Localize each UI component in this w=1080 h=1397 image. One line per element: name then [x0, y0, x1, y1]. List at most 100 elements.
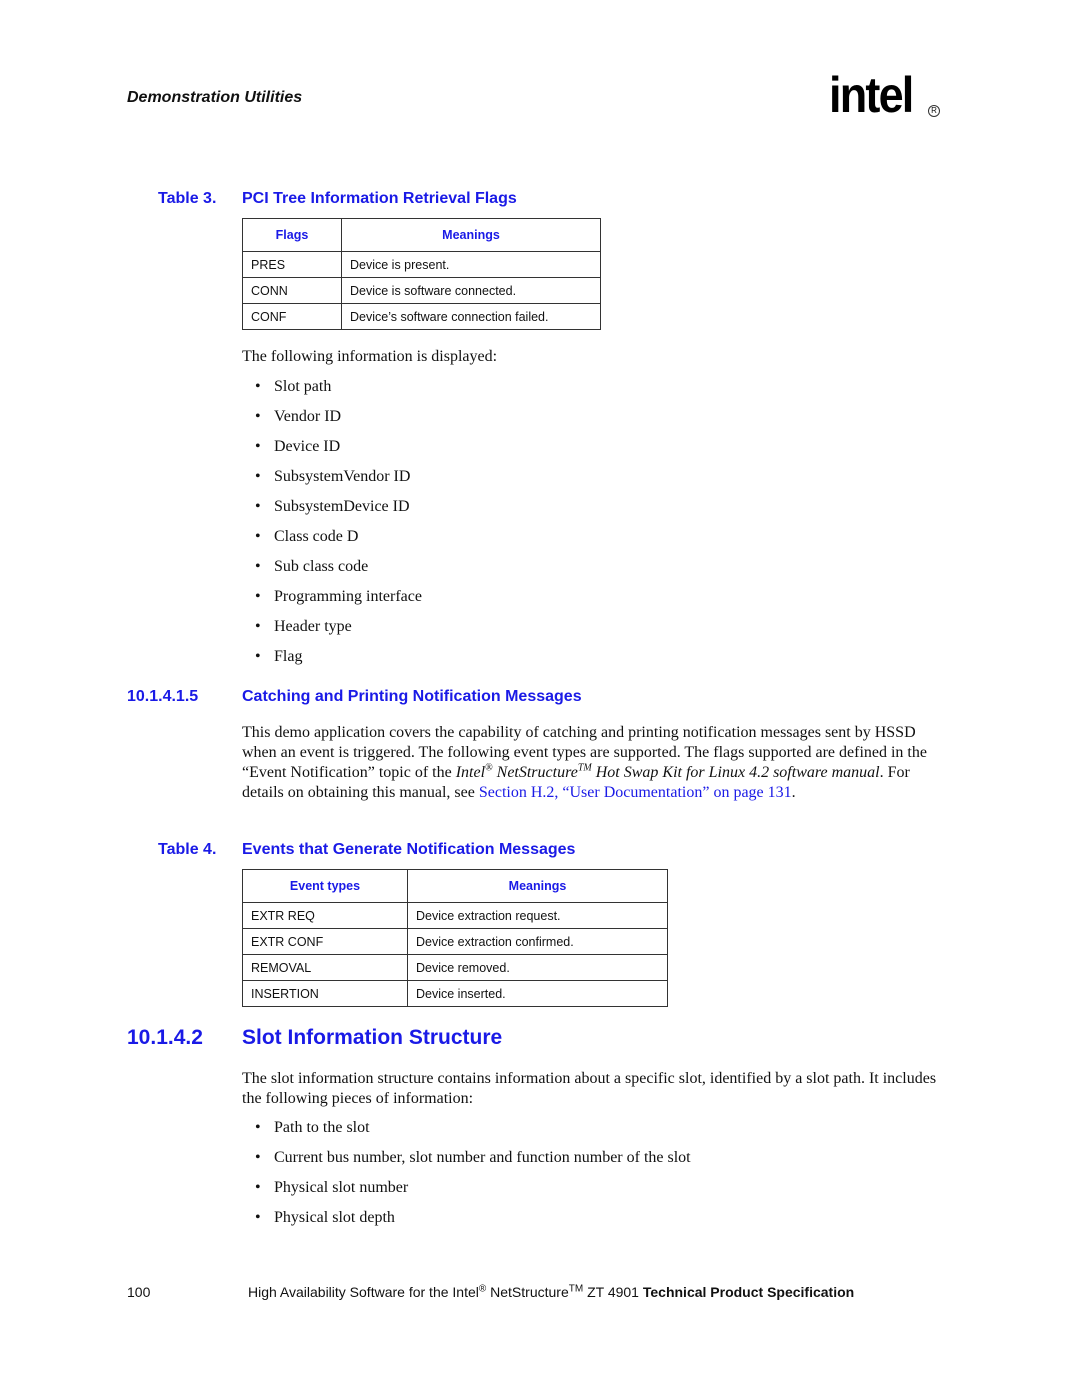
table-cell-meaning: Device inserted. [407, 980, 668, 1007]
list-item-text: Path to the slot [274, 1119, 370, 1136]
table3: Flags Meanings PRES Device is present. C… [242, 218, 601, 330]
list-item: • Vendor ID [255, 407, 422, 437]
table-row: CONN Device is software connected. [242, 277, 601, 304]
bullet-icon: • [255, 1209, 261, 1226]
bullet-icon: • [255, 1149, 261, 1166]
list-item: • Device ID [255, 437, 422, 467]
table-row: EXTR CONF Device extraction confirmed. [242, 928, 668, 955]
footer-text: High Availability Software for the Intel [248, 1284, 479, 1300]
section-paragraph: This demo application covers the capabil… [242, 723, 942, 803]
table-cell-event: EXTR CONF [242, 928, 408, 955]
bullet-icon: • [255, 1119, 261, 1136]
bullet-icon: • [255, 588, 261, 605]
table-row: CONF Device’s software connection failed… [242, 303, 601, 330]
table3-col-header: Meanings [341, 218, 601, 252]
bullet-icon: • [255, 618, 261, 635]
table3-col-header: Flags [242, 218, 342, 252]
table4-label: Table 4. [158, 841, 217, 858]
trademark-mark: TM [577, 762, 592, 774]
bullet-icon: • [255, 558, 261, 575]
list-item-text: Flag [274, 648, 303, 665]
table4-caption: Table 4. Events that Generate Notificatio… [158, 841, 575, 859]
intel-logo: intel R [829, 67, 949, 134]
table4-title: Events that Generate Notification Messag… [242, 841, 576, 858]
list-item-text: SubsystemVendor ID [274, 468, 411, 485]
intel-logo-wordmark: intel [829, 67, 914, 123]
footer-doc-type: Technical Product Specification [642, 1284, 855, 1300]
table4-col-header: Meanings [407, 869, 668, 903]
list-item: • SubsystemDevice ID [255, 497, 422, 527]
list-item-text: Physical slot depth [274, 1209, 395, 1226]
table-row: PRES Device is present. [242, 251, 601, 278]
footer-title: High Availability Software for the Intel… [248, 1284, 854, 1300]
footer-text: NetStructure [486, 1284, 569, 1300]
list-item-text: Vendor ID [274, 408, 342, 425]
section-heading-10-1-4-2: 10.1.4.2 Slot Information Structure [127, 1026, 502, 1050]
manual-title: Intel® NetStructureTM Hot Swap Kit for L… [455, 762, 880, 781]
manual-title-netstructure: NetStructure [492, 764, 578, 781]
list-item-text: Header type [274, 618, 352, 635]
list-item: • Slot path [255, 377, 422, 407]
bullet-icon: • [255, 1179, 261, 1196]
section-title: Catching and Printing Notification Messa… [242, 688, 582, 705]
table3-caption: Table 3. PCI Tree Information Retrieval F… [158, 190, 517, 208]
manual-title-rest: Hot Swap Kit for Linux 4.2 software manu… [591, 764, 880, 781]
table-cell-flag: CONF [242, 303, 342, 330]
list-item: • SubsystemVendor ID [255, 467, 422, 497]
list-item-text: SubsystemDevice ID [274, 498, 410, 515]
table-cell-meaning: Device’s software connection failed. [341, 303, 601, 330]
list-item-text: Current bus number, slot number and func… [274, 1149, 691, 1166]
table3-title: PCI Tree Information Retrieval Flags [242, 190, 517, 207]
section-heading-10-1-4-1-5: 10.1.4.1.5 Catching and Printing Notifica… [127, 688, 582, 706]
section-number: 10.1.4.1.5 [127, 688, 199, 705]
section-number: 10.1.4.2 [127, 1026, 203, 1049]
table-cell-flag: CONN [242, 277, 342, 304]
list-item-text: Physical slot number [274, 1179, 409, 1196]
list-item-text: Class code D [274, 528, 359, 545]
table-cell-meaning: Device is present. [341, 251, 601, 278]
bullet-icon: • [255, 498, 261, 515]
list-item-text: Slot path [274, 378, 332, 395]
bullet-icon: • [255, 468, 261, 485]
registered-mark-icon: R [928, 105, 940, 117]
table-cell-flag: PRES [242, 251, 342, 278]
bullet-icon: • [255, 408, 261, 425]
table-cell-meaning: Device is software connected. [341, 277, 601, 304]
running-head-title: Demonstration Utilities [127, 89, 303, 106]
list-item: • Current bus number, slot number and fun… [255, 1148, 691, 1178]
bullet-icon: • [255, 438, 261, 455]
list-item: • Physical slot number [255, 1178, 691, 1208]
bullet-icon: • [255, 528, 261, 545]
section-title: Slot Information Structure [242, 1026, 503, 1049]
table-row: EXTR REQ Device extraction request. [242, 902, 668, 929]
table4: Event types Meanings EXTR REQ Device ext… [242, 869, 668, 1007]
bullet-icon: • [255, 378, 261, 395]
bullet-icon: • [255, 648, 261, 665]
section-paragraph: The slot information structure contains … [242, 1070, 937, 1107]
slot-info-list: • Path to the slot • Current bus number, s… [255, 1118, 691, 1238]
table-cell-event: EXTR REQ [242, 902, 408, 929]
table3-header-row: Flags Meanings [242, 218, 601, 252]
table4-header-row: Event types Meanings [242, 869, 668, 903]
cross-reference-link[interactable]: Section H.2, “User Documentation” on pag… [479, 784, 792, 801]
paragraph-text: . [791, 784, 796, 801]
list-item: • Path to the slot [255, 1118, 691, 1148]
list-item: • Sub class code [255, 557, 422, 587]
table-cell-meaning: Device extraction request. [407, 902, 668, 929]
manual-title-intel: Intel [455, 764, 486, 781]
list-item: • Header type [255, 617, 422, 647]
list-item: • Class code D [255, 527, 422, 557]
table-row: INSERTION Device inserted. [242, 980, 668, 1007]
info-list-intro: The following information is displayed: [242, 348, 498, 365]
table3-label: Table 3. [158, 190, 217, 207]
info-list: • Slot path • Vendor ID • Device ID • Subsys… [255, 377, 422, 677]
table4-col-header: Event types [242, 869, 408, 903]
trademark-mark: TM [568, 1283, 584, 1295]
table-cell-meaning: Device extraction confirmed. [407, 928, 668, 955]
list-item-text: Sub class code [274, 558, 369, 575]
table-cell-event: REMOVAL [242, 954, 408, 981]
footer-text: ZT 4901 [583, 1284, 643, 1300]
table-cell-meaning: Device removed. [407, 954, 668, 981]
list-item-text: Device ID [274, 438, 341, 455]
list-item: • Programming interface [255, 587, 422, 617]
